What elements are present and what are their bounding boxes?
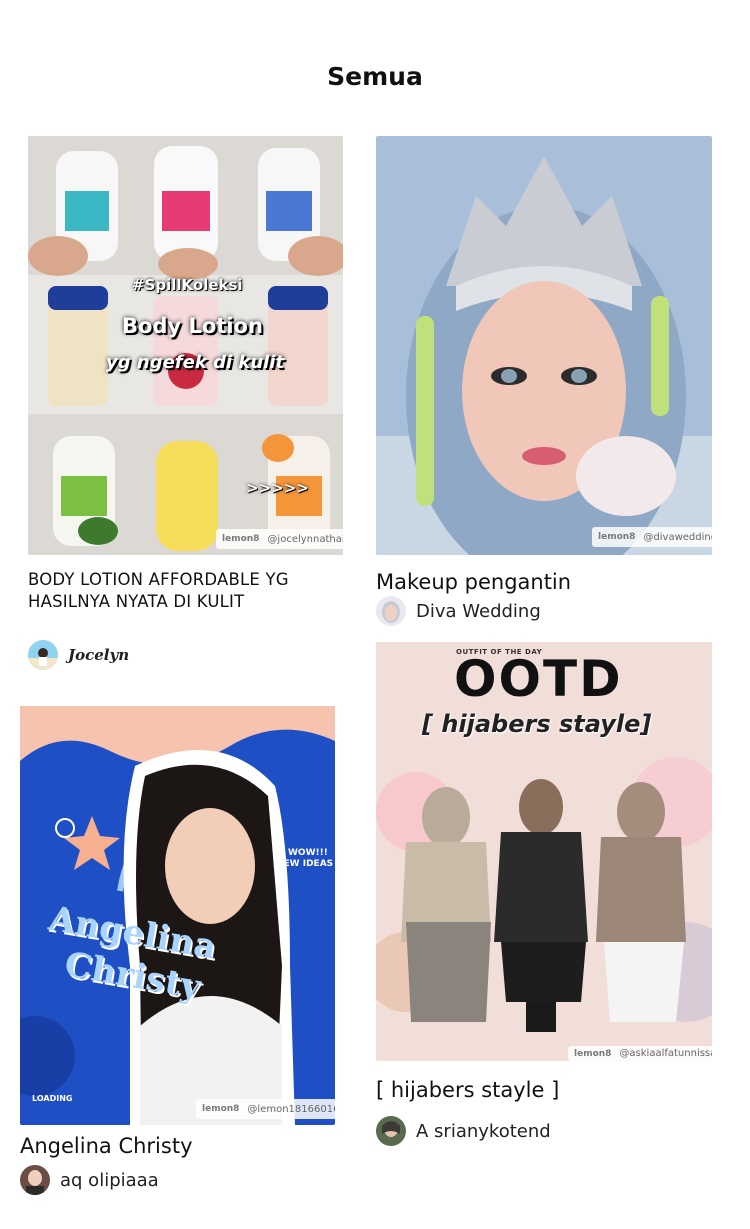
author-name[interactable]: aq olipiaaa [60,1170,159,1191]
author[interactable]: A srianykotend [376,1116,551,1146]
card-title[interactable]: Angelina Christy [20,1133,335,1159]
overlay-loading: LOADING [32,1094,73,1103]
avatar[interactable] [376,596,406,626]
overlay-subline: yg ngefek di kulit [106,352,285,373]
watermark-handle: @divawedding [643,531,712,543]
post-image[interactable]: OUTFIT OF THE DAY OOTD [ hijabers stayle… [376,642,712,1061]
author[interactable]: Diva Wedding [376,596,541,626]
watermark-logo: lemon8 [574,1048,612,1059]
lemon8-watermark: lemon8 @askiaalfatunnissa [568,1046,712,1061]
overlay-ideas: NEW IDEAS [276,859,334,869]
overlay-arrows: >>>>> [246,479,309,497]
card-title[interactable]: Makeup pengantin [376,569,712,595]
post-image[interactable]: lemon8 @divawedding [376,136,712,555]
avatar[interactable] [376,1116,406,1146]
hashtag-text: #SpillKoleksi [132,276,243,294]
overlay-wow: WOW!!! [288,848,328,858]
overlay-subtitle: [ hijabers stayle] [422,710,652,738]
avatar[interactable] [20,1165,50,1195]
author-name[interactable]: Jocelyn [68,646,129,664]
post-image[interactable]: Angelina Christy WOW!!! NEW IDEAS LOADIN… [20,706,335,1125]
lemon8-watermark: lemon8 @jocelynnathalia_ [216,529,343,549]
watermark-handle: @askiaalfatunnissa [619,1048,712,1059]
overlay-ootd: OOTD [454,650,623,708]
lemon8-watermark: lemon8 @divawedding [592,527,712,547]
author[interactable]: Jocelyn [28,640,129,670]
card-title[interactable]: BODY LOTION AFFORDABLE YG HASILNYA NYATA… [28,569,298,613]
page-title: Semua [327,62,423,91]
author[interactable]: aq olipiaaa [20,1165,159,1195]
author-name[interactable]: A srianykotend [416,1121,551,1142]
author-name[interactable]: Diva Wedding [416,601,541,622]
post-image[interactable]: #SpillKoleksi Body Lotion yg ngefek di k… [28,136,343,555]
card-title[interactable]: [ hijabers stayle ] [376,1077,712,1103]
overlay-headline: Body Lotion [122,314,263,338]
watermark-logo: lemon8 [598,532,636,542]
avatar[interactable] [28,640,58,670]
watermark-logo: lemon8 [202,1104,240,1114]
watermark-handle: @jocelynnathalia_ [267,533,343,545]
watermark-logo: lemon8 [222,534,260,544]
watermark-handle: @lemon1816601612 [247,1103,335,1115]
lemon8-watermark: lemon8 @lemon1816601612 [196,1099,335,1119]
